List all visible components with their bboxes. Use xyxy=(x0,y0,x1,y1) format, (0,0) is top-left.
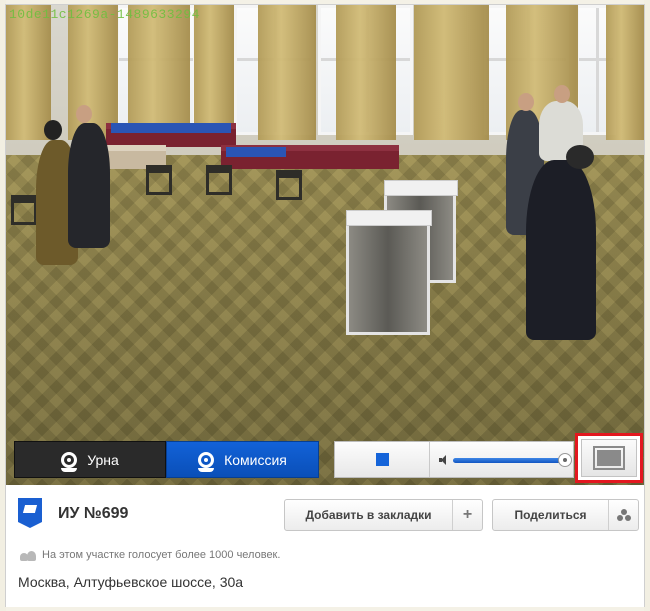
volume-knob[interactable] xyxy=(558,453,572,467)
video-table xyxy=(226,147,286,157)
video-curtain xyxy=(194,5,234,140)
share-button[interactable]: Поделиться xyxy=(492,499,639,531)
video-chair xyxy=(11,195,37,225)
station-info: ИУ №699 Добавить в закладки + Поделиться… xyxy=(6,485,644,607)
page-background: 10de11c1269a-1489633294 Урна Комиссия ИУ… xyxy=(0,0,650,611)
video-person xyxy=(76,105,92,123)
camera-id-overlay: 10de11c1269a-1489633294 xyxy=(9,7,200,22)
video-person xyxy=(44,120,62,140)
video-chair xyxy=(206,165,232,195)
bookmark-button[interactable]: Добавить в закладки + xyxy=(284,499,483,531)
volume-slider[interactable] xyxy=(453,458,565,463)
people-icon xyxy=(20,551,36,561)
fullscreen-icon xyxy=(593,446,625,470)
fullscreen-button[interactable] xyxy=(581,439,637,477)
video-person xyxy=(566,145,594,169)
station-note: На этом участке голосует более 1000 чело… xyxy=(42,549,281,561)
video-curtain xyxy=(414,5,489,140)
station-badge-icon xyxy=(18,498,42,528)
volume-fill xyxy=(453,458,565,463)
station-widget: 10de11c1269a-1489633294 Урна Комиссия ИУ… xyxy=(5,4,645,607)
bookmark-add-icon[interactable]: + xyxy=(452,500,482,530)
urn-icon xyxy=(61,451,78,472)
stop-button[interactable] xyxy=(335,442,430,477)
video-controls: Урна Комиссия xyxy=(6,433,644,485)
video-person xyxy=(554,85,570,103)
tab-urn[interactable]: Урна xyxy=(14,441,166,478)
video-curtain xyxy=(606,5,644,140)
share-label: Поделиться xyxy=(514,508,587,522)
video-curtain xyxy=(6,5,51,140)
tab-commission[interactable]: Комиссия xyxy=(166,441,319,478)
video-chair xyxy=(146,165,172,195)
fullscreen-highlight xyxy=(575,433,643,483)
stop-icon xyxy=(375,453,389,466)
video-curtain xyxy=(128,5,190,140)
video-stream[interactable]: 10de11c1269a-1489633294 Урна Комиссия xyxy=(6,5,644,485)
video-curtain xyxy=(258,5,316,140)
player-controls xyxy=(334,441,574,478)
tab-urn-label: Урна xyxy=(87,451,119,468)
video-ballot-box xyxy=(346,210,432,335)
commission-icon xyxy=(198,451,215,472)
video-chair xyxy=(276,170,302,200)
bookmark-label: Добавить в закладки xyxy=(305,508,432,522)
volume-icon[interactable] xyxy=(439,455,447,465)
video-person xyxy=(68,123,110,248)
video-curtain xyxy=(68,5,118,140)
tab-commission-label: Комиссия xyxy=(224,451,287,468)
video-curtain xyxy=(336,5,396,140)
station-address: Москва, Алтуфьевское шоссе, 30а xyxy=(18,574,244,590)
video-person xyxy=(518,93,534,111)
share-icon xyxy=(616,509,631,521)
video-person xyxy=(526,160,596,340)
station-title: ИУ №699 xyxy=(58,505,129,522)
share-dropdown[interactable] xyxy=(608,500,638,530)
video-table xyxy=(111,123,231,133)
